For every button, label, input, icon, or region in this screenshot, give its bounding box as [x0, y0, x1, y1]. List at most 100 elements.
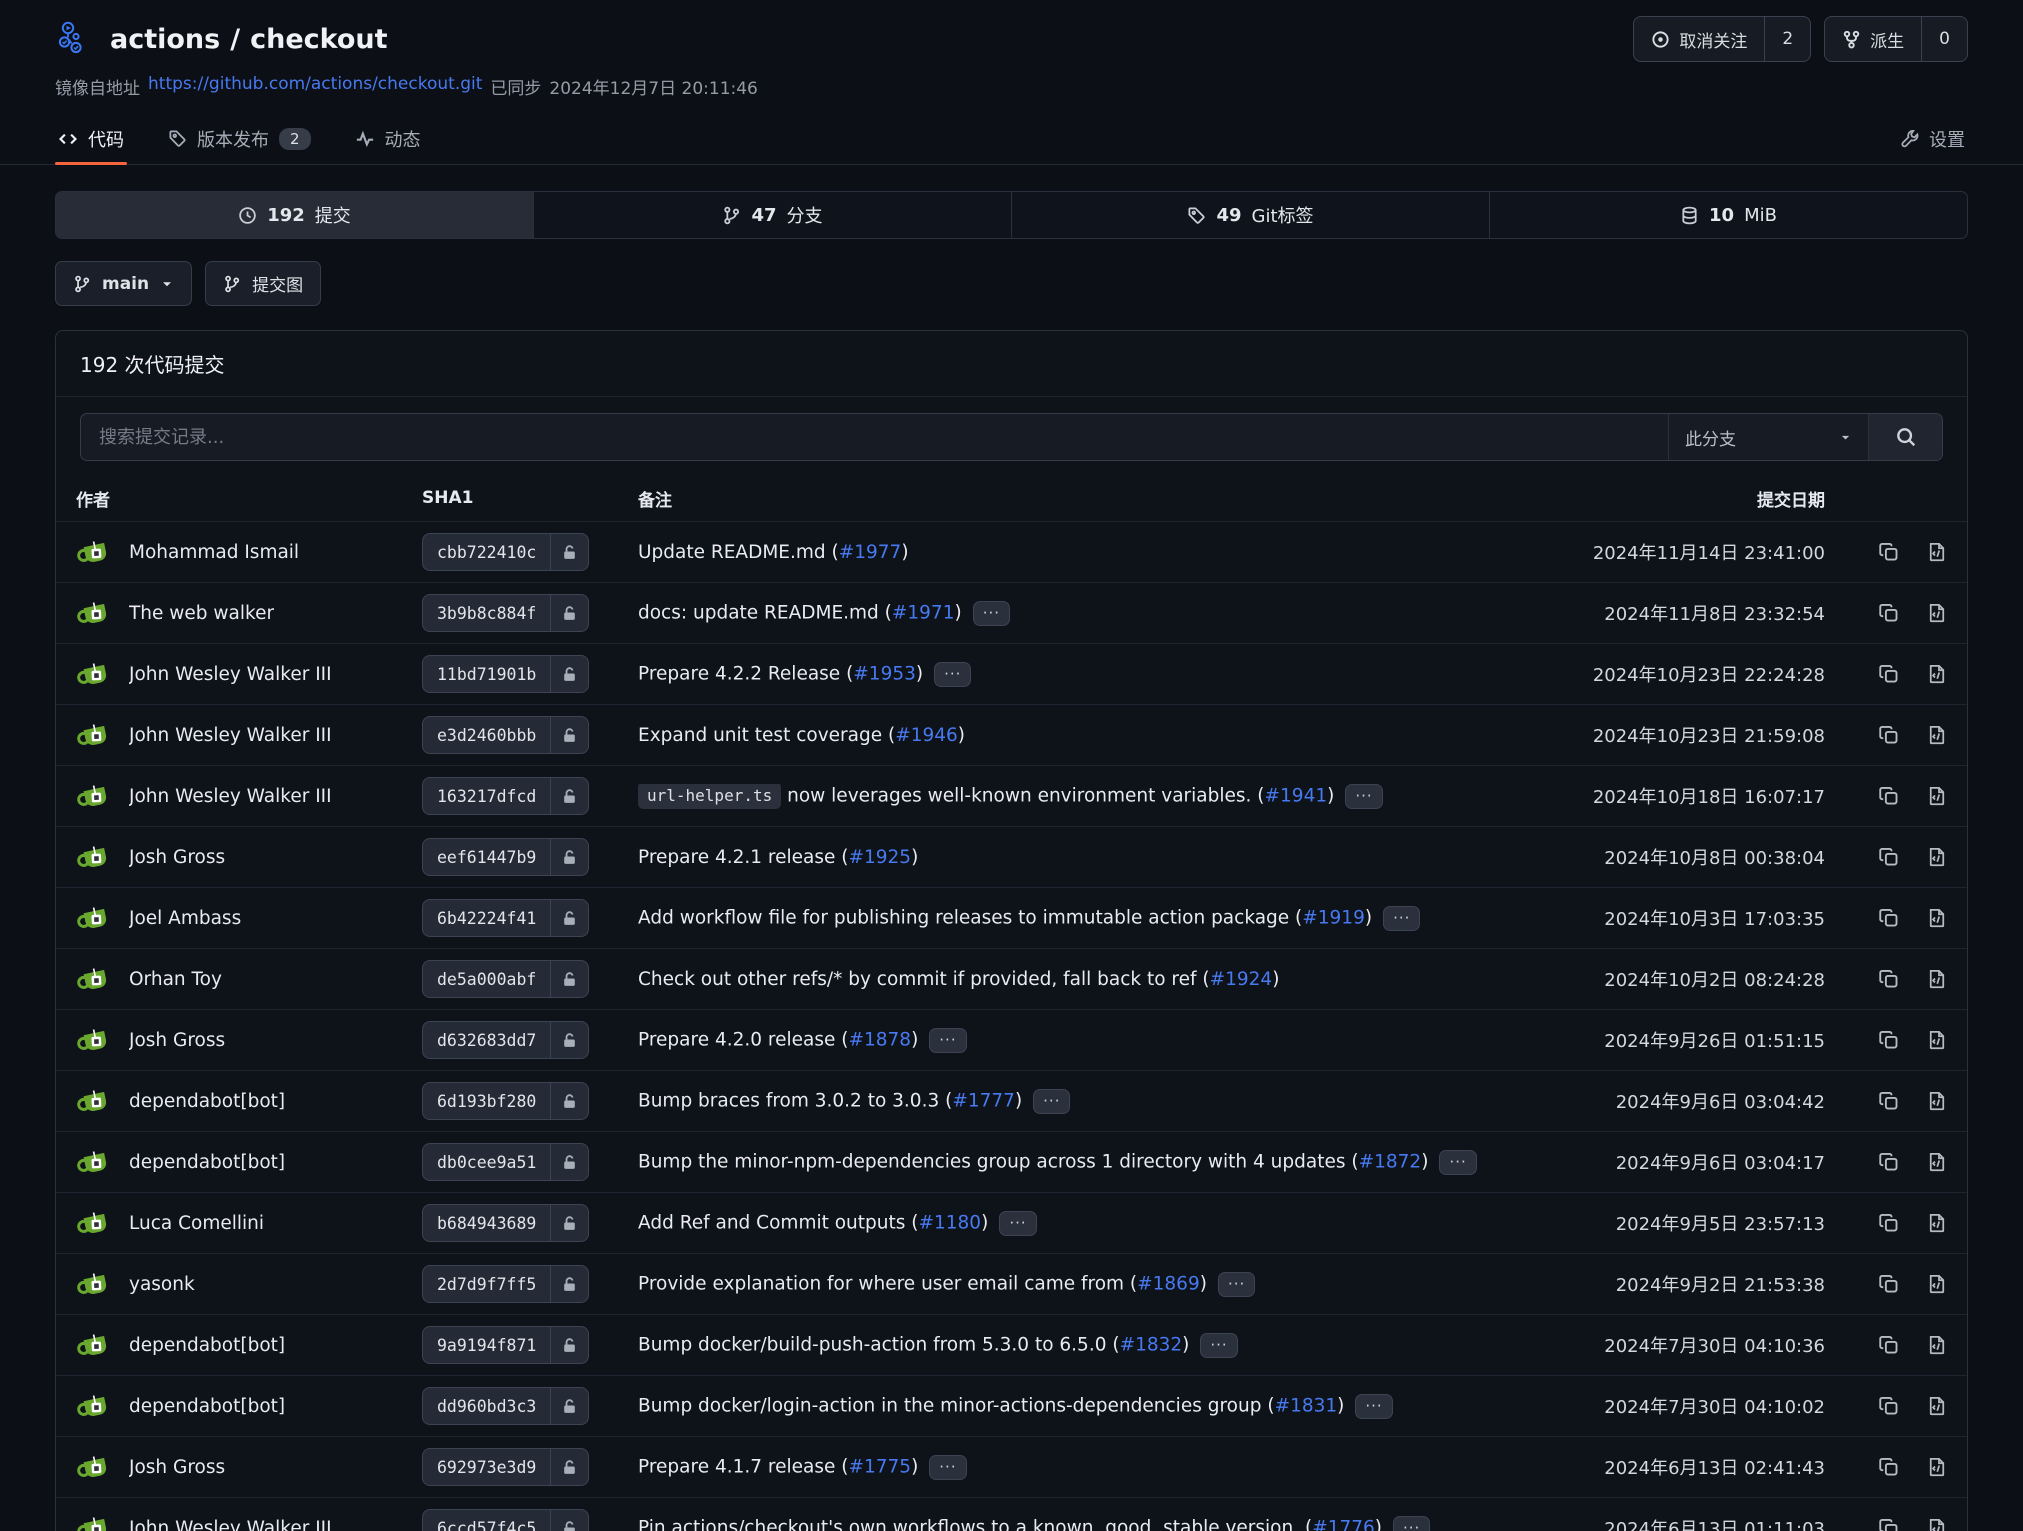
issue-link[interactable]: #1924 — [1210, 969, 1273, 990]
commit-sha-link[interactable]: db0cee9a51 — [422, 1143, 589, 1181]
commit-author[interactable]: Mohammad Ismail — [76, 536, 422, 569]
commit-sha-link[interactable]: 6d193bf280 — [422, 1082, 589, 1120]
tab-code[interactable]: 代码 — [55, 113, 127, 164]
commit-sha-link[interactable]: dd960bd3c3 — [422, 1387, 589, 1425]
commit-author[interactable]: John Wesley Walker III — [76, 658, 422, 691]
view-file-at-commit-button[interactable] — [1927, 1518, 1947, 1531]
commit-author[interactable]: John Wesley Walker III — [76, 719, 422, 752]
issue-link[interactable]: #1878 — [848, 1029, 911, 1050]
commit-sha-link[interactable]: eef61447b9 — [422, 838, 589, 876]
issue-link[interactable]: #1776 — [1312, 1517, 1375, 1531]
view-file-at-commit-button[interactable] — [1927, 603, 1947, 623]
commit-author[interactable]: The web walker — [76, 597, 422, 630]
view-file-at-commit-button[interactable] — [1927, 1030, 1947, 1050]
issue-link[interactable]: #1971 — [892, 602, 955, 623]
stat-branches[interactable]: 47 分支 — [533, 192, 1011, 238]
issue-link[interactable]: #1180 — [919, 1212, 982, 1233]
expand-commit-body-button[interactable]: ··· — [1439, 1150, 1476, 1175]
expand-commit-body-button[interactable]: ··· — [1033, 1089, 1070, 1114]
stat-commits[interactable]: 192 提交 — [56, 192, 533, 238]
issue-link[interactable]: #1919 — [1302, 907, 1365, 928]
expand-commit-body-button[interactable]: ··· — [929, 1455, 966, 1480]
forks-count[interactable]: 0 — [1921, 17, 1967, 61]
copy-sha-button[interactable] — [1879, 1091, 1899, 1111]
issue-link[interactable]: #1775 — [848, 1456, 911, 1477]
issue-link[interactable]: #1941 — [1265, 785, 1328, 806]
view-file-at-commit-button[interactable] — [1927, 969, 1947, 989]
commit-sha-link[interactable]: 692973e3d9 — [422, 1448, 589, 1486]
copy-sha-button[interactable] — [1879, 725, 1899, 745]
expand-commit-body-button[interactable]: ··· — [1345, 784, 1382, 809]
copy-sha-button[interactable] — [1879, 1518, 1899, 1531]
commit-author[interactable]: Joel Ambass — [76, 902, 422, 935]
expand-commit-body-button[interactable]: ··· — [973, 601, 1010, 626]
commit-sha-link[interactable]: e3d2460bbb — [422, 716, 589, 754]
expand-commit-body-button[interactable]: ··· — [1355, 1394, 1392, 1419]
commit-author[interactable]: Orhan Toy — [76, 963, 422, 996]
search-input[interactable] — [81, 414, 1668, 460]
watchers-count[interactable]: 2 — [1764, 17, 1810, 61]
copy-sha-button[interactable] — [1879, 542, 1899, 562]
expand-commit-body-button[interactable]: ··· — [1200, 1333, 1237, 1358]
copy-sha-button[interactable] — [1879, 1457, 1899, 1477]
copy-sha-button[interactable] — [1879, 1213, 1899, 1233]
issue-link[interactable]: #1977 — [839, 542, 902, 563]
expand-commit-body-button[interactable]: ··· — [1393, 1516, 1430, 1531]
branch-scope-dropdown[interactable]: 此分支 — [1668, 414, 1868, 460]
copy-sha-button[interactable] — [1879, 664, 1899, 684]
issue-link[interactable]: #1869 — [1137, 1273, 1200, 1294]
view-file-at-commit-button[interactable] — [1927, 1396, 1947, 1416]
commit-author[interactable]: Luca Comellini — [76, 1207, 422, 1240]
commit-author[interactable]: dependabot[bot] — [76, 1085, 422, 1118]
view-file-at-commit-button[interactable] — [1927, 1335, 1947, 1355]
fork-button[interactable]: 派生 0 — [1824, 16, 1968, 62]
view-file-at-commit-button[interactable] — [1927, 1152, 1947, 1172]
view-file-at-commit-button[interactable] — [1927, 908, 1947, 928]
view-file-at-commit-button[interactable] — [1927, 1213, 1947, 1233]
commit-author[interactable]: dependabot[bot] — [76, 1146, 422, 1179]
commit-sha-link[interactable]: d632683dd7 — [422, 1021, 589, 1059]
commit-author[interactable]: Josh Gross — [76, 841, 422, 874]
repo-owner-link[interactable]: actions — [110, 24, 220, 55]
copy-sha-button[interactable] — [1879, 1274, 1899, 1294]
copy-sha-button[interactable] — [1879, 1152, 1899, 1172]
issue-link[interactable]: #1832 — [1120, 1334, 1183, 1355]
commit-author[interactable]: John Wesley Walker III — [76, 1512, 422, 1531]
commit-author[interactable]: Josh Gross — [76, 1024, 422, 1057]
copy-sha-button[interactable] — [1879, 786, 1899, 806]
repo-name-link[interactable]: checkout — [250, 24, 387, 55]
tab-releases[interactable]: 版本发布 2 — [165, 113, 314, 164]
copy-sha-button[interactable] — [1879, 847, 1899, 867]
issue-link[interactable]: #1872 — [1359, 1151, 1422, 1172]
commit-sha-link[interactable]: cbb722410c — [422, 533, 589, 571]
copy-sha-button[interactable] — [1879, 1335, 1899, 1355]
expand-commit-body-button[interactable]: ··· — [1383, 906, 1420, 931]
copy-sha-button[interactable] — [1879, 1030, 1899, 1050]
commit-author[interactable]: dependabot[bot] — [76, 1390, 422, 1423]
copy-sha-button[interactable] — [1879, 969, 1899, 989]
issue-link[interactable]: #1777 — [952, 1090, 1015, 1111]
issue-link[interactable]: #1946 — [895, 725, 958, 746]
view-file-at-commit-button[interactable] — [1927, 542, 1947, 562]
branch-selector[interactable]: main — [55, 261, 192, 306]
commit-author[interactable]: John Wesley Walker III — [76, 780, 422, 813]
commit-graph-button[interactable]: 提交图 — [205, 261, 321, 306]
stat-tags[interactable]: 49 Git标签 — [1011, 192, 1489, 238]
issue-link[interactable]: #1831 — [1275, 1395, 1338, 1416]
commit-author[interactable]: yasonk — [76, 1268, 422, 1301]
expand-commit-body-button[interactable]: ··· — [929, 1028, 966, 1053]
expand-commit-body-button[interactable]: ··· — [999, 1211, 1036, 1236]
issue-link[interactable]: #1953 — [853, 663, 916, 684]
view-file-at-commit-button[interactable] — [1927, 1091, 1947, 1111]
view-file-at-commit-button[interactable] — [1927, 725, 1947, 745]
mirror-url-link[interactable]: https://github.com/actions/checkout.git — [148, 74, 482, 99]
issue-link[interactable]: #1925 — [848, 847, 911, 868]
commit-sha-link[interactable]: 2d7d9f7ff5 — [422, 1265, 589, 1303]
commit-sha-link[interactable]: 11bd71901b — [422, 655, 589, 693]
expand-commit-body-button[interactable]: ··· — [934, 662, 971, 687]
view-file-at-commit-button[interactable] — [1927, 1274, 1947, 1294]
stat-size[interactable]: 10 MiB — [1489, 192, 1967, 238]
commit-sha-link[interactable]: 163217dfcd — [422, 777, 589, 815]
commit-sha-link[interactable]: 6b42224f41 — [422, 899, 589, 937]
commit-author[interactable]: Josh Gross — [76, 1451, 422, 1484]
